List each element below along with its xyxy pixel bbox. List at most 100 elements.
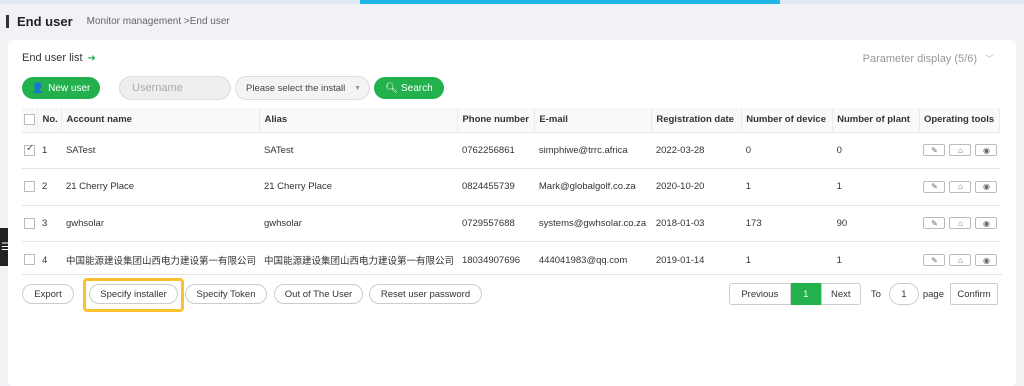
edit-icon[interactable]: ✎ — [923, 144, 946, 157]
cell-phone: 0762256861 — [461, 144, 515, 156]
home-icon[interactable]: ⌂ — [949, 254, 972, 266]
parameter-display-label: Parameter display (5/6) — [862, 53, 977, 65]
header-date[interactable]: Registration date — [651, 108, 743, 132]
confirm-button[interactable]: Confirm — [950, 283, 998, 305]
row-checkbox[interactable] — [24, 217, 35, 229]
reset-password-button[interactable]: Reset user password — [369, 284, 482, 304]
edit-icon[interactable]: ✎ — [923, 180, 946, 193]
new-user-label: New user — [48, 82, 91, 94]
list-title: End user list ➜ — [22, 52, 96, 64]
cell-email: Mark@globalgolf.co.za — [538, 181, 636, 193]
row-checkbox[interactable] — [24, 181, 35, 193]
chevron-down-icon: ﹀ — [984, 54, 994, 64]
edit-icon[interactable]: ✎ — [923, 217, 946, 230]
user-icon: 👤 — [31, 82, 45, 94]
cell-devices: 1 — [745, 181, 752, 193]
home-icon[interactable]: ⌂ — [949, 217, 972, 230]
refresh-icon[interactable]: ➜ — [88, 53, 96, 64]
cell-tools: ✎ ⌂ ◉ — [919, 132, 999, 169]
cell-alias: 中国能源建设集团山西电力建设第一有限公司 — [263, 256, 454, 267]
eye-icon[interactable]: ◉ — [975, 217, 998, 230]
search-icon: 🔍︎ — [385, 82, 398, 94]
end-user-panel: End user list ➜ Parameter display (5/6) ﹀… — [8, 40, 1016, 386]
cell-alias: gwhsolar — [263, 217, 302, 229]
header-alias[interactable]: Alias — [259, 108, 459, 132]
header-account[interactable]: Account name — [61, 108, 261, 132]
cell-no: 1 — [41, 144, 48, 156]
cell-no: 3 — [41, 217, 48, 229]
table-row[interactable]: 4 中国能源建设集团山西电力建设第一有限公司 中国能源建设集团山西电力建设第一有… — [22, 241, 1000, 279]
new-user-button[interactable]: 👤 New user — [22, 77, 100, 99]
cell-date: 2022-03-28 — [655, 144, 705, 156]
cell-date: 2018-01-03 — [655, 217, 705, 229]
page-title: End user — [6, 14, 73, 28]
goto-page-input[interactable]: 1 — [888, 283, 919, 305]
header-email[interactable]: E-mail — [534, 108, 653, 132]
out-of-user-button[interactable]: Out of The User — [274, 284, 363, 304]
cell-tools: ✎ ⌂ ◉ — [919, 169, 999, 206]
specify-token-button[interactable]: Specify Token — [185, 284, 267, 304]
cell-no: 4 — [41, 254, 48, 266]
eye-icon[interactable]: ◉ — [975, 180, 998, 193]
cell-date: 2019-01-14 — [655, 254, 705, 266]
edit-icon[interactable]: ✎ — [923, 254, 946, 266]
cell-devices: 1 — [745, 254, 752, 266]
cell-email: systems@gwhsolar.co.za — [538, 217, 647, 229]
cell-devices: 0 — [745, 144, 752, 156]
breadcrumb: Monitor management >End user — [86, 15, 230, 27]
username-input[interactable]: Username — [119, 76, 231, 100]
search-button[interactable]: 🔍︎ Search — [374, 77, 444, 99]
next-button[interactable]: Next — [820, 283, 861, 305]
page-label: page — [922, 288, 944, 300]
table-row[interactable]: 2 21 Cherry Place 21 Cherry Place 082445… — [22, 168, 1000, 206]
cell-alias: 21 Cherry Place — [263, 181, 333, 193]
cell-tools: ✎ ⌂ ◉ — [919, 205, 999, 242]
search-label: Search — [401, 82, 433, 94]
cell-no: 2 — [41, 181, 48, 193]
header-plants[interactable]: Number of plant — [832, 108, 920, 132]
cell-account: 21 Cherry Place — [65, 181, 135, 193]
export-button[interactable]: Export — [22, 284, 74, 304]
home-icon[interactable]: ⌂ — [949, 180, 972, 193]
table-row[interactable]: 1 SATest SATest 0762256861 simphiwe@trrc… — [22, 132, 1000, 169]
cell-plants: 1 — [836, 181, 842, 193]
row-select-cell — [22, 242, 38, 279]
page-1-button[interactable]: 1 — [790, 283, 821, 305]
cell-tools: ✎ ⌂ ◉ — [919, 242, 999, 279]
title-bar: End user Monitor management >End user — [0, 4, 1024, 38]
select-all-checkbox[interactable] — [24, 114, 35, 126]
row-checkbox[interactable] — [24, 143, 35, 156]
header-no: No. — [37, 108, 63, 132]
header-tools: Operating tools — [919, 108, 1001, 132]
bottom-toolbar: Export Specify installer Specify Token O… — [22, 274, 1002, 312]
home-icon[interactable]: ⌂ — [949, 144, 972, 157]
cell-email: 444041983@qq.com — [538, 254, 628, 266]
row-select-cell — [22, 205, 38, 242]
cell-email: simphiwe@trrc.africa — [538, 144, 628, 156]
header-phone[interactable]: Phone number — [457, 108, 536, 132]
install-select-value: Please select the install — [246, 82, 346, 94]
cell-account: SATest — [65, 144, 96, 156]
user-table: No. Account name Alias Phone number E-ma… — [22, 108, 1001, 279]
pagination: Previous 1 Next To 1 page Confirm — [728, 283, 998, 305]
dropdown-arrow-icon: ▼ — [354, 85, 361, 92]
cell-account: 中国能源建设集团山西电力建设第一有限公司 — [65, 256, 256, 267]
cell-date: 2020-10-20 — [655, 181, 705, 193]
to-label: To — [870, 288, 881, 300]
previous-button[interactable]: Previous — [728, 283, 791, 305]
row-select-cell — [22, 169, 38, 206]
table-row[interactable]: 3 gwhsolar gwhsolar 0729557688 systems@g… — [22, 205, 1000, 242]
row-select-cell — [22, 132, 38, 169]
eye-icon[interactable]: ◉ — [975, 254, 998, 266]
row-checkbox[interactable] — [24, 254, 35, 266]
header-devices[interactable]: Number of device — [741, 108, 834, 132]
cell-account: gwhsolar — [65, 217, 104, 229]
cell-plants: 1 — [836, 254, 842, 266]
list-title-text: End user list — [22, 52, 83, 64]
install-select[interactable]: Please select the install ▼ — [235, 76, 370, 100]
eye-icon[interactable]: ◉ — [975, 144, 998, 157]
highlight-box — [83, 278, 184, 312]
cell-plants: 90 — [836, 217, 848, 229]
cell-plants: 0 — [836, 144, 842, 156]
parameter-display[interactable]: Parameter display (5/6) ﹀ — [863, 52, 994, 65]
